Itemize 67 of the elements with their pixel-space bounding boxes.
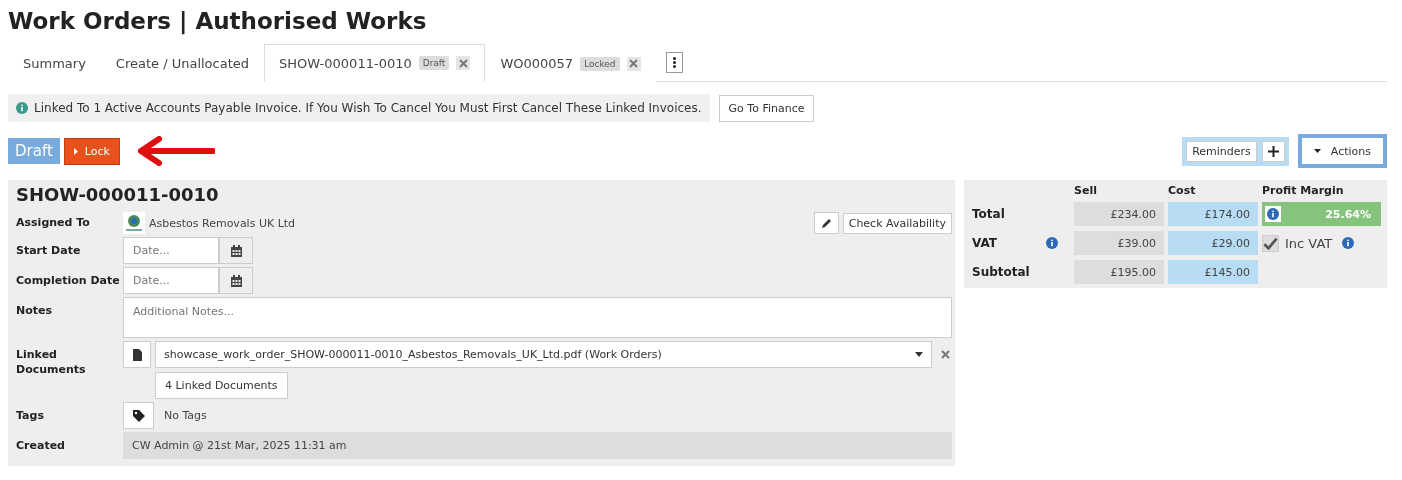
info-icon	[1267, 208, 1279, 220]
work-order-heading: SHOW-000011-0010	[16, 184, 220, 205]
created-value: CW Admin @ 21st Mar, 2025 11:31 am	[123, 432, 952, 459]
field-label: Tags	[16, 408, 45, 423]
cost-value: £145.00	[1168, 260, 1258, 284]
tab[interactable]: SHOW-000011-0010 Draft	[264, 44, 486, 82]
field-label: Created	[16, 438, 66, 453]
tag-button[interactable]	[123, 402, 154, 429]
check-icon	[1263, 236, 1278, 250]
page-title: Work Orders | Authorised Works	[8, 8, 428, 34]
notes-field[interactable]: Additional Notes...	[123, 297, 952, 338]
lock-button[interactable]: Lock	[63, 137, 120, 165]
calendar-icon	[230, 274, 242, 287]
calendar-button[interactable]	[219, 237, 253, 264]
tag-icon	[132, 409, 145, 422]
profit-margin-value: 25.64%	[1262, 202, 1381, 226]
column-heading: Cost	[1168, 184, 1197, 197]
company-logo-icon	[123, 212, 145, 234]
sell-value: £39.00	[1074, 231, 1164, 255]
close-icon[interactable]	[941, 350, 950, 359]
actions-button[interactable]: Actions	[1297, 134, 1387, 168]
notice-text: Linked To 1 Active Accounts Payable Invoice. If You Wish To Cancel You Must First Cancel These Linked Invoices.	[34, 101, 702, 115]
date-field[interactable]: Date...	[123, 237, 219, 264]
caret-icon	[915, 352, 923, 357]
column-heading: Profit Margin	[1262, 184, 1345, 197]
row-label: Total	[972, 207, 1006, 221]
info-icon	[1046, 236, 1058, 249]
status-badge: Draft	[418, 56, 450, 70]
reminders-button[interactable]: Reminders	[1186, 140, 1257, 162]
go-to-finance-button[interactable]: Go To Finance	[718, 94, 815, 122]
pencil-icon	[820, 217, 832, 229]
field-label: Linked Documents	[16, 347, 87, 377]
calendar-button[interactable]	[219, 267, 253, 294]
document-button[interactable]	[123, 341, 151, 368]
close-icon[interactable]	[629, 59, 639, 68]
document-select[interactable]: showcase_work_order_SHOW-000011-0010_Asbestos_Removals_UK_Ltd.pdf (Work Orders)	[155, 341, 932, 368]
column-heading: Sell	[1074, 184, 1098, 197]
caret-icon	[1313, 149, 1321, 153]
assignee-name: Asbestos Removals UK Ltd	[149, 216, 296, 230]
info-icon	[16, 102, 28, 114]
field-label: Start Date	[16, 243, 82, 258]
check-availability-button[interactable]: Check Availability	[842, 212, 952, 234]
inc-vat-checkbox[interactable]: Inc VAT	[1262, 234, 1333, 252]
add-reminder-button[interactable]	[1261, 140, 1285, 162]
plus-icon	[1267, 145, 1279, 157]
field-label: Assigned To	[16, 215, 91, 230]
cost-value: £174.00	[1168, 202, 1258, 226]
close-icon[interactable]	[458, 58, 468, 68]
tags-value: No Tags	[164, 409, 207, 422]
row-label: Subtotal	[972, 265, 1031, 279]
cost-value: £29.00	[1168, 231, 1258, 255]
status-badge: Locked	[580, 56, 620, 71]
linked-documents-button[interactable]: 4 Linked Documents	[155, 372, 288, 399]
more-icon	[672, 57, 676, 68]
date-field[interactable]: Date...	[123, 267, 219, 294]
sell-value: £195.00	[1074, 260, 1164, 284]
info-icon	[1342, 237, 1355, 249]
edit-button[interactable]	[813, 212, 839, 234]
field-label: Notes	[16, 303, 54, 318]
sell-value: £234.00	[1074, 202, 1164, 226]
field-label: Completion Date	[16, 273, 121, 288]
row-label: VAT	[972, 236, 998, 250]
file-icon	[132, 348, 142, 361]
more-button[interactable]	[665, 52, 683, 73]
caret-icon	[73, 147, 78, 155]
status-label: Draft	[8, 138, 60, 164]
calendar-icon	[230, 244, 242, 257]
